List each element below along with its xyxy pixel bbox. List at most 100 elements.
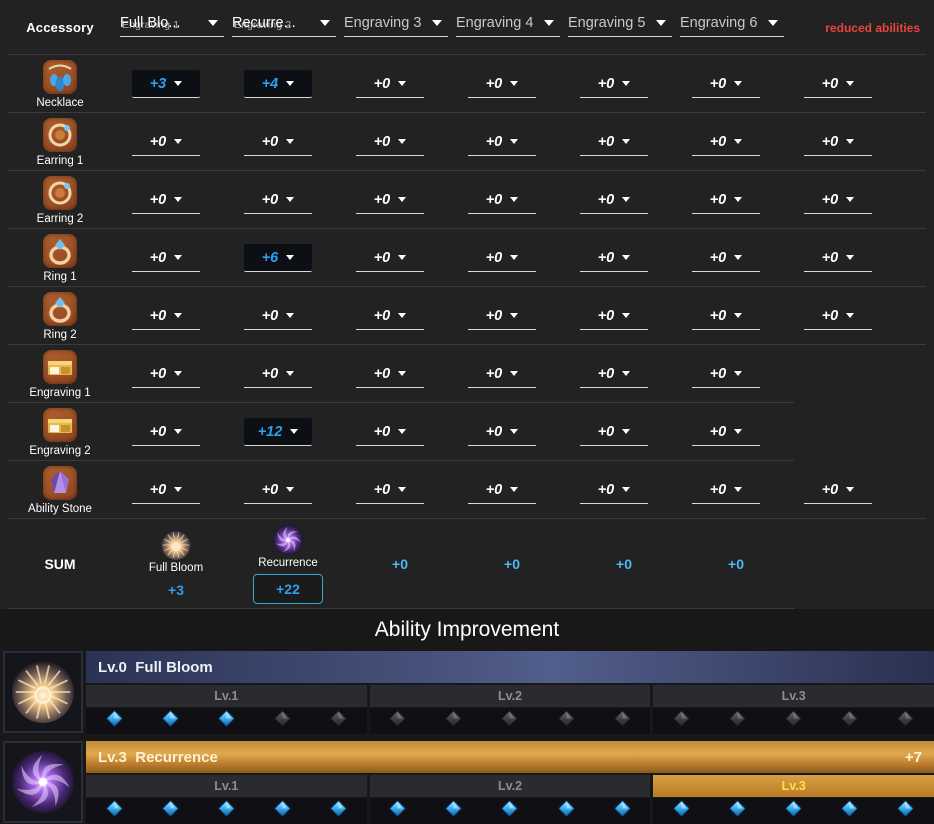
value-select[interactable]: +0: [804, 476, 872, 504]
gem-filled-icon[interactable]: [557, 800, 575, 822]
value-select[interactable]: +4: [244, 70, 312, 98]
gem-empty-icon[interactable]: [613, 710, 631, 732]
value-select[interactable]: +0: [132, 476, 200, 504]
value-select[interactable]: +0: [580, 360, 648, 388]
value-select[interactable]: +0: [804, 302, 872, 330]
value-select[interactable]: +0: [692, 244, 760, 272]
value-select[interactable]: +0: [580, 302, 648, 330]
value-select[interactable]: +0: [244, 476, 312, 504]
engraving-select-6[interactable]: Engraving 6: [680, 11, 784, 37]
value-select[interactable]: +0: [244, 186, 312, 214]
value-select[interactable]: +0: [580, 244, 648, 272]
gem-filled-icon[interactable]: [613, 800, 631, 822]
value-select[interactable]: +0: [356, 128, 424, 156]
value-select[interactable]: +0: [468, 360, 536, 388]
gem-empty-icon[interactable]: [389, 710, 406, 732]
value-select[interactable]: +6: [244, 244, 312, 272]
gem-empty-icon[interactable]: [330, 710, 347, 732]
gem-empty-icon[interactable]: [841, 710, 859, 732]
value-select[interactable]: +0: [468, 128, 536, 156]
gem-filled-icon[interactable]: [105, 800, 123, 822]
value-select[interactable]: +0: [692, 186, 760, 214]
gem-filled-icon[interactable]: [501, 800, 519, 822]
value-select[interactable]: +12: [244, 418, 312, 446]
value-select[interactable]: +0: [468, 476, 536, 504]
value-select[interactable]: +0: [356, 476, 424, 504]
gem-filled-icon[interactable]: [218, 710, 235, 732]
sum-value[interactable]: +22: [253, 573, 323, 604]
engraving-select-3[interactable]: Engraving 3: [344, 11, 448, 37]
gem-filled-icon[interactable]: [105, 710, 123, 732]
engraving-select-5[interactable]: Engraving 5: [568, 11, 672, 37]
value-select[interactable]: +0: [692, 128, 760, 156]
value-select[interactable]: +0: [132, 128, 200, 156]
value-select[interactable]: +0: [244, 302, 312, 330]
value-select[interactable]: +0: [132, 244, 200, 272]
value-select[interactable]: +0: [580, 186, 648, 214]
value-select[interactable]: +0: [132, 360, 200, 388]
gem-empty-icon[interactable]: [785, 710, 802, 732]
level-tab-2[interactable]: Lv.2: [369, 685, 651, 707]
value-select[interactable]: +0: [356, 186, 424, 214]
value-select[interactable]: +0: [244, 360, 312, 388]
value-select[interactable]: +0: [244, 128, 312, 156]
gem-filled-icon[interactable]: [389, 800, 406, 822]
value-select[interactable]: +0: [468, 244, 536, 272]
value-select[interactable]: +0: [132, 186, 200, 214]
gem-filled-icon[interactable]: [897, 800, 915, 822]
gem-empty-icon[interactable]: [445, 710, 463, 732]
level-tab-2[interactable]: Lv.2: [369, 775, 651, 797]
level-tab-1[interactable]: Lv.1: [86, 775, 367, 797]
value-select[interactable]: +0: [580, 128, 648, 156]
value-select[interactable]: +0: [692, 70, 760, 98]
gem-filled-icon[interactable]: [161, 800, 179, 822]
value-select[interactable]: +0: [468, 302, 536, 330]
engraving-select-2[interactable]: Recurre...: [232, 11, 336, 37]
gem-empty-icon[interactable]: [557, 710, 575, 732]
value-select[interactable]: +0: [804, 244, 872, 272]
value-select[interactable]: +0: [804, 70, 872, 98]
value-select[interactable]: +0: [356, 418, 424, 446]
engraving-select-4[interactable]: Engraving 4: [456, 11, 560, 37]
level-tab-1[interactable]: Lv.1: [86, 685, 367, 707]
gem-filled-icon[interactable]: [785, 800, 802, 822]
value-cell: +0: [680, 403, 792, 461]
value-cell: +0: [120, 287, 232, 345]
level-tab-3[interactable]: Lv.3: [653, 775, 934, 797]
gem-filled-icon[interactable]: [729, 800, 746, 822]
gem-filled-icon[interactable]: [218, 800, 235, 822]
gem-filled-icon[interactable]: [161, 710, 179, 732]
value-select[interactable]: +0: [692, 476, 760, 504]
value-select[interactable]: +0: [468, 418, 536, 446]
value-select[interactable]: +0: [356, 244, 424, 272]
gem-filled-icon[interactable]: [330, 800, 347, 822]
gem-filled-icon[interactable]: [274, 800, 291, 822]
engraving-select-1[interactable]: Full Blo...: [120, 11, 224, 37]
gem-empty-icon[interactable]: [501, 710, 519, 732]
value-select[interactable]: +0: [468, 70, 536, 98]
value-select[interactable]: +0: [580, 418, 648, 446]
gem-filled-icon[interactable]: [841, 800, 859, 822]
gem-empty-icon[interactable]: [729, 710, 746, 732]
value-select[interactable]: +0: [804, 186, 872, 214]
value-select[interactable]: +3: [132, 70, 200, 98]
gem-filled-icon[interactable]: [445, 800, 463, 822]
value-select[interactable]: +0: [580, 476, 648, 504]
value-select[interactable]: +0: [356, 302, 424, 330]
value-select[interactable]: +0: [468, 186, 536, 214]
value-select[interactable]: +0: [132, 302, 200, 330]
gem-empty-icon[interactable]: [897, 710, 915, 732]
level-tab-3[interactable]: Lv.3: [653, 685, 934, 707]
value-select[interactable]: +0: [692, 360, 760, 388]
value-select[interactable]: +0: [804, 128, 872, 156]
value-select[interactable]: +0: [692, 302, 760, 330]
value-select[interactable]: +0: [356, 70, 424, 98]
gem-empty-icon[interactable]: [274, 710, 291, 732]
value-select[interactable]: +0: [692, 418, 760, 446]
value-select[interactable]: +0: [580, 70, 648, 98]
accessory-cell: Necklace: [0, 59, 120, 109]
value-select[interactable]: +0: [132, 418, 200, 446]
gem-filled-icon[interactable]: [673, 800, 690, 822]
gem-empty-icon[interactable]: [673, 710, 690, 732]
value-select[interactable]: +0: [356, 360, 424, 388]
